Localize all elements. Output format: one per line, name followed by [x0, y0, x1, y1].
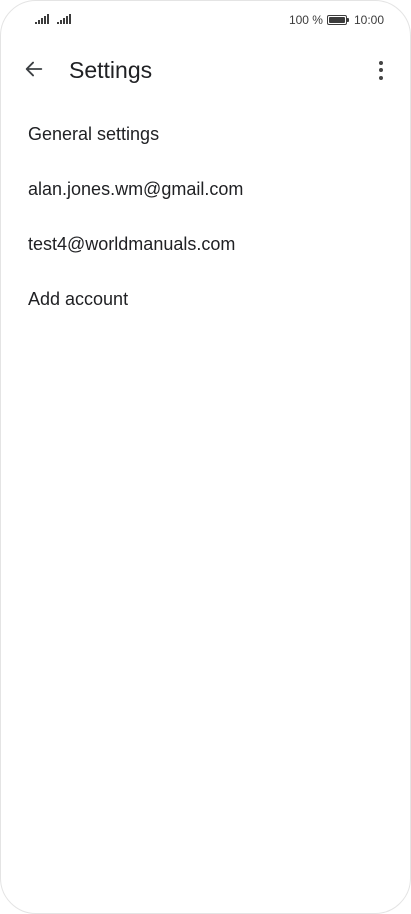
battery-percent: 100 % — [288, 13, 323, 27]
clock: 10:00 — [353, 13, 384, 27]
page-title: Settings — [69, 57, 153, 83]
more-vert-icon — [379, 60, 383, 65]
more-options-button[interactable] — [364, 53, 398, 87]
arrow-left-icon — [25, 61, 43, 77]
back-button[interactable] — [17, 52, 51, 86]
status-bar: 100 % 10:00 — [1, 1, 410, 41]
app-bar: Settings — [1, 45, 410, 95]
battery-icon — [326, 15, 349, 25]
signal-icon — [57, 14, 71, 24]
account-item-alan-jones[interactable]: alan.jones.wm@gmail.com — [1, 162, 410, 217]
account-item-test4[interactable]: test4@worldmanuals.com — [1, 217, 410, 272]
settings-list: General settings alan.jones.wm@gmail.com… — [1, 107, 410, 327]
add-account-item[interactable]: Add account — [1, 272, 410, 327]
phone-screen: 100 % 10:00 Settings General settings al… — [0, 0, 411, 914]
signal-icon — [35, 14, 49, 24]
general-settings-item[interactable]: General settings — [1, 107, 410, 162]
status-right: 100 % 10:00 — [289, 12, 384, 28]
